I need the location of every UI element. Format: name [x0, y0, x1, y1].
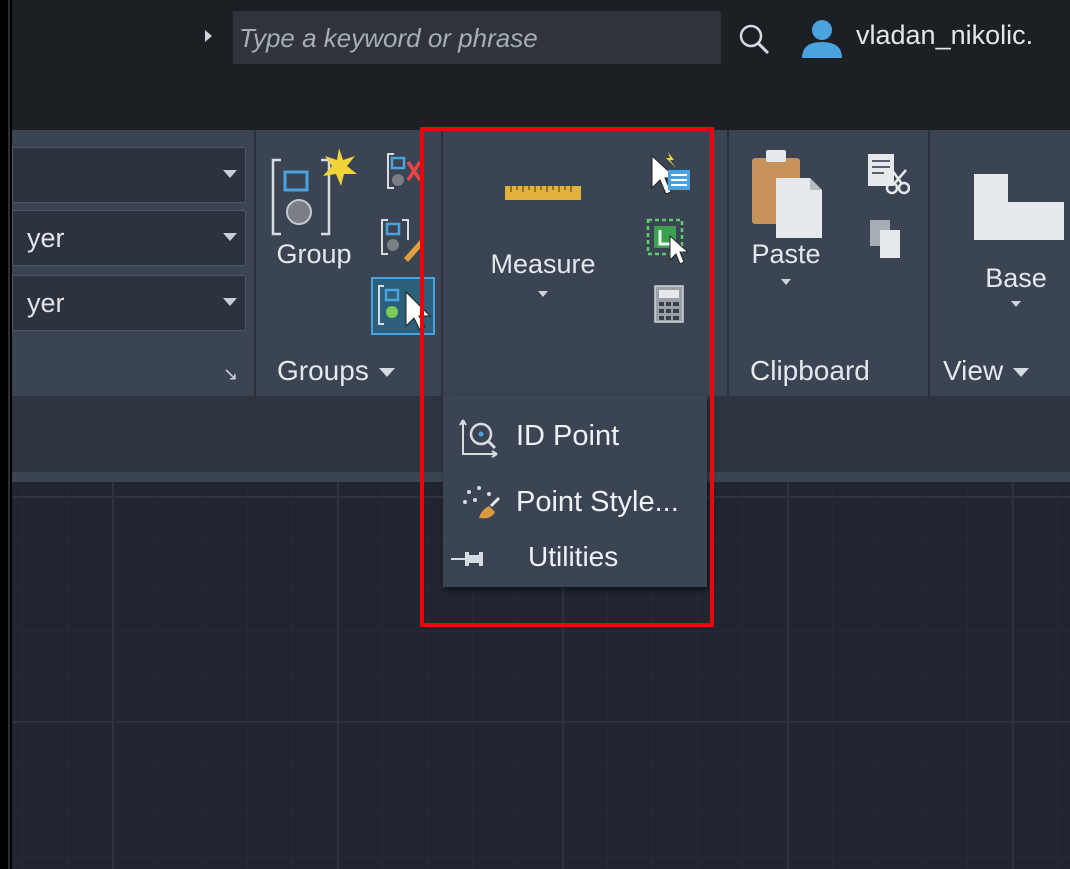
chevron-down-icon: [223, 298, 237, 306]
chevron-down-icon: [378, 368, 395, 378]
view-panel-title[interactable]: View: [943, 355, 1030, 387]
view-panel-title-label: View: [943, 355, 1004, 386]
layer-linetype-combo[interactable]: yer: [12, 275, 246, 331]
layer-linetype-combo-value: yer: [27, 288, 65, 318]
cut-icon[interactable]: [866, 152, 910, 196]
layer-color-combo-value: yer: [27, 223, 65, 253]
highlight-box: [420, 127, 714, 627]
layer-color-combo[interactable]: yer: [12, 210, 246, 266]
user-name[interactable]: vladan_nikolic.: [856, 20, 1033, 51]
search-icon[interactable]: [737, 22, 771, 56]
group-button[interactable]: Group: [264, 146, 364, 270]
chevron-down-icon: [781, 279, 791, 285]
group-icon: [271, 148, 357, 236]
group-edit-icon[interactable]: [380, 218, 424, 262]
search-expand-arrow-icon[interactable]: [205, 30, 212, 42]
base-label: Base: [985, 263, 1047, 293]
chevron-down-icon: [1013, 368, 1030, 378]
paste-icon: [752, 150, 822, 238]
panel-separator: [928, 130, 930, 396]
groups-panel-title-label: Groups: [277, 355, 369, 386]
paste-button[interactable]: Paste: [742, 148, 830, 290]
chevron-down-icon: [223, 170, 237, 178]
search-box: [233, 11, 721, 64]
base-button[interactable]: Base: [966, 172, 1066, 312]
chevron-down-icon: [223, 233, 237, 241]
copy-icon[interactable]: [868, 218, 904, 262]
clipboard-panel-title: Clipboard: [750, 355, 870, 386]
panel-separator: [727, 130, 729, 396]
paste-label: Paste: [751, 239, 821, 269]
groups-panel-title[interactable]: Groups: [277, 355, 395, 387]
user-icon[interactable]: [800, 18, 844, 58]
ungroup-icon[interactable]: [384, 152, 424, 196]
layer-combo[interactable]: [12, 147, 246, 203]
search-input[interactable]: [239, 21, 709, 55]
base-view-icon: [974, 174, 1064, 240]
panel-launcher-icon[interactable]: ↘: [223, 364, 238, 385]
chevron-down-icon: [1011, 301, 1021, 307]
panel-separator: [254, 130, 256, 396]
group-label: Group: [276, 239, 352, 269]
window-left-edge: [0, 0, 10, 869]
